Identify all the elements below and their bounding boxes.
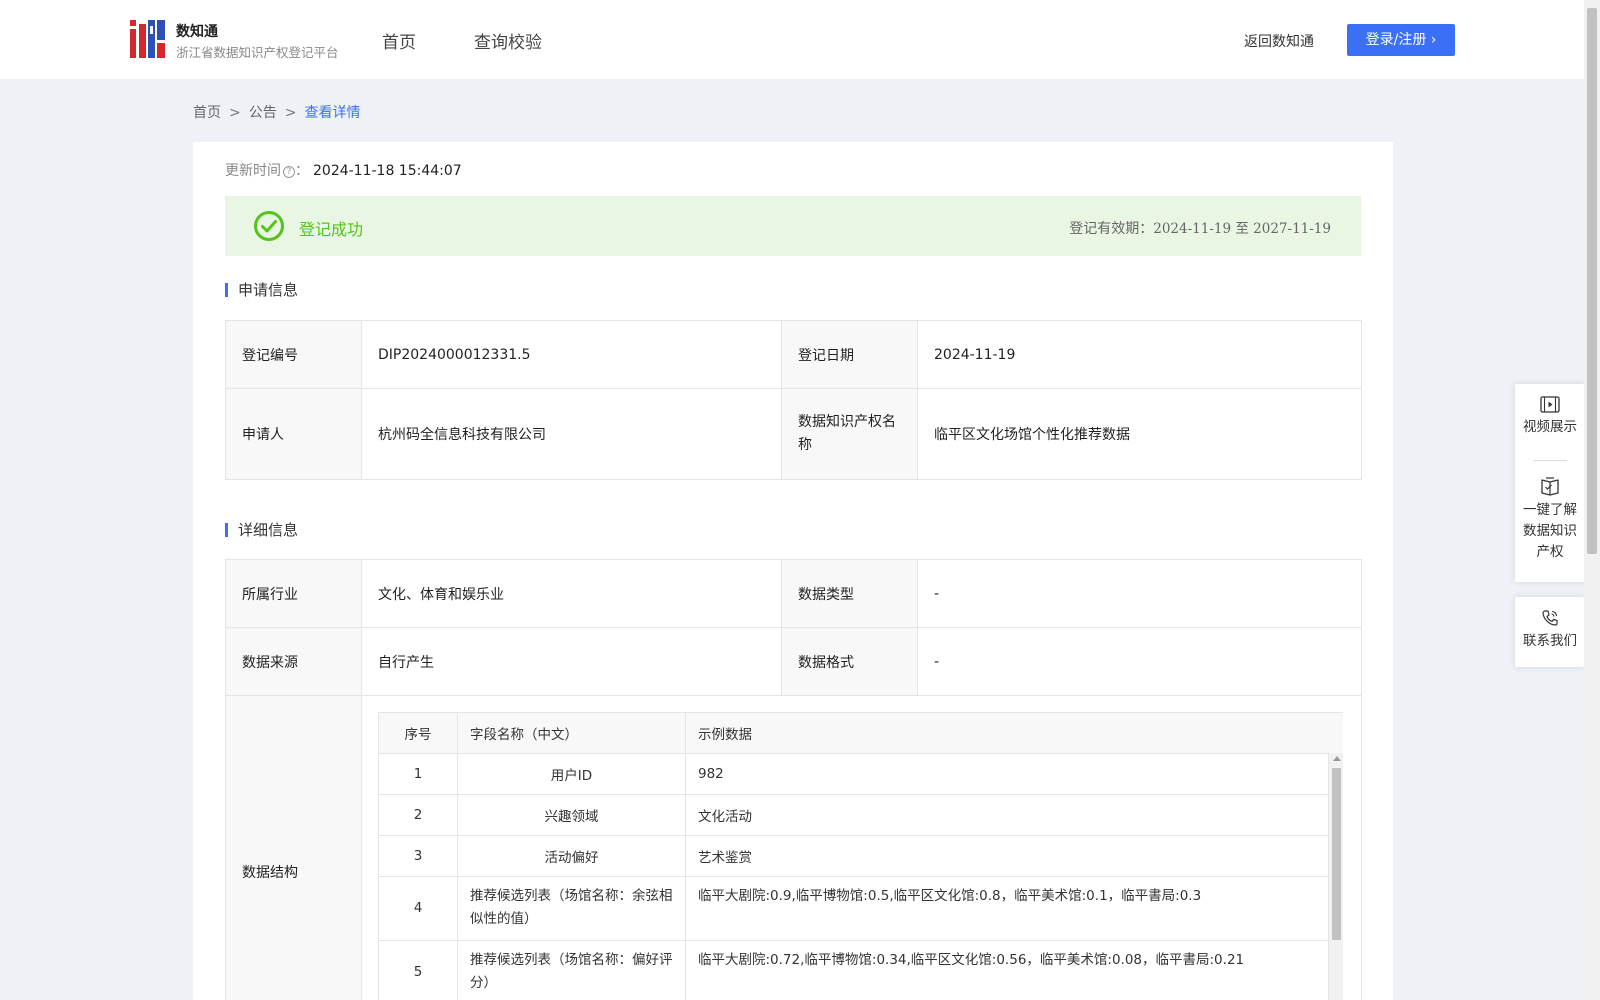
phone-icon <box>1542 610 1558 626</box>
contact-us-button[interactable]: 联系我们 <box>1515 609 1585 652</box>
nav-home[interactable]: 首页 <box>382 28 416 53</box>
video-label: 视频展示 <box>1523 419 1577 435</box>
field-value: 文化、体育和娱乐业 <box>361 559 782 628</box>
field-label: 数据结构 <box>225 695 362 1000</box>
table-row: 5 推荐候选列表（场馆名称：偏好评分） 临平大剧院:0.72,临平博物馆:0.3… <box>378 940 1343 1000</box>
video-icon <box>1540 396 1560 413</box>
table-row: 3 活动偏好 艺术鉴赏 <box>378 835 1343 877</box>
page-scrollbar[interactable] <box>1584 0 1600 1000</box>
row-example: 文化活动 <box>685 794 1343 836</box>
help-question-icon[interactable]: ? <box>283 166 295 178</box>
row-no: 5 <box>378 940 458 1000</box>
breadcrumb: 首页 > 公告 > 查看详情 <box>193 102 360 122</box>
learn-data-ip-button[interactable]: 一键了解 数据知识 产权 <box>1515 477 1585 563</box>
table-header-row: 序号 字段名称（中文） 示例数据 <box>378 712 1343 754</box>
field-label: 所属行业 <box>225 559 362 628</box>
column-header-field: 字段名称（中文） <box>457 712 686 754</box>
table-row: 4 推荐候选列表（场馆名称：余弦相似性的值） 临平大剧院:0.9,临平博物馆:0… <box>378 876 1343 941</box>
data-structure-cell: 序号 字段名称（中文） 示例数据 1 用户ID 982 2 兴趣领域 文化活动 … <box>361 695 1362 1000</box>
row-example: 982 <box>685 753 1343 795</box>
check-circle-icon <box>254 211 284 241</box>
learn-line-3: 产权 <box>1536 544 1564 560</box>
field-value: 2024-11-19 <box>917 320 1362 389</box>
table-row: 登记编号 DIP2024000012331.5 登记日期 2024-11-19 <box>225 320 1362 389</box>
field-label: 申请人 <box>225 388 362 480</box>
validity-label: 登记有效期： <box>1069 221 1154 237</box>
row-no: 2 <box>378 794 458 836</box>
floating-contact-panel: 联系我们 <box>1515 597 1585 667</box>
field-value: 自行产生 <box>361 627 782 696</box>
row-field: 推荐候选列表（场馆名称：余弦相似性的值） <box>457 876 686 941</box>
field-value: 杭州码全信息科技有限公司 <box>361 388 782 480</box>
learn-line-1: 一键了解 <box>1523 502 1577 518</box>
breadcrumb-announcement[interactable]: 公告 <box>249 105 277 121</box>
section-title-detail-info: 详细信息 <box>225 523 298 538</box>
brand-subtitle: 浙江省数据知识产权登记平台 <box>176 45 339 60</box>
field-label: 数据来源 <box>225 627 362 696</box>
detail-card: 更新时间?： 2024-11-18 15:44:07 登记成功 登记有效期：202… <box>193 142 1393 1000</box>
update-time-row: 更新时间?： 2024-11-18 15:44:07 <box>225 160 462 180</box>
table-scrollbar[interactable] <box>1328 753 1343 1000</box>
field-value: 临平区文化场馆个性化推荐数据 <box>917 388 1362 480</box>
row-field: 推荐候选列表（场馆名称：偏好评分） <box>457 940 686 1000</box>
row-field: 活动偏好 <box>457 835 686 877</box>
row-no: 4 <box>378 876 458 941</box>
validity-period: 登记有效期：2024-11-19 至 2027-11-19 <box>1069 217 1331 238</box>
update-time-label: 更新时间 <box>225 163 281 179</box>
brand-name: 数知通 <box>176 24 218 40</box>
floating-help-panel: 视频展示 一键了解 数据知识 产权 <box>1515 384 1585 582</box>
column-header-no: 序号 <box>378 712 458 754</box>
column-header-example: 示例数据 <box>685 712 1343 754</box>
scroll-up-arrow-icon[interactable] <box>1333 756 1341 761</box>
row-no: 1 <box>378 753 458 795</box>
update-time-value: 2024-11-18 15:44:07 <box>313 163 462 179</box>
top-header: 数知通 浙江省数据知识产权登记平台 首页 查询校验 返回数知通 登录/注册 › <box>0 0 1584 79</box>
update-time-colon: ： <box>295 163 309 179</box>
validity-dates: 2024-11-19 至 2027-11-19 <box>1153 221 1331 237</box>
breadcrumb-separator: > <box>229 105 241 121</box>
row-example: 临平大剧院:0.72,临平博物馆:0.34,临平区文化馆:0.56，临平美术馆:… <box>685 940 1343 1000</box>
row-field: 用户ID <box>457 753 686 795</box>
login-register-button[interactable]: 登录/注册 › <box>1347 24 1455 56</box>
table-row: 所属行业 文化、体育和娱乐业 数据类型 - <box>225 559 1362 628</box>
divider <box>1533 460 1567 461</box>
field-value: - <box>917 627 1362 696</box>
table-row: 2 兴趣领域 文化活动 <box>378 794 1343 836</box>
breadcrumb-current: 查看详情 <box>304 105 361 121</box>
field-label: 登记日期 <box>781 320 918 389</box>
field-value: - <box>917 559 1362 628</box>
field-value: DIP2024000012331.5 <box>361 320 782 389</box>
table-row: 申请人 杭州码全信息科技有限公司 数据知识产权名称 临平区文化场馆个性化推荐数据 <box>225 388 1362 480</box>
page-scrollbar-thumb[interactable] <box>1587 8 1597 554</box>
back-to-shuzhitong-link[interactable]: 返回数知通 <box>1244 31 1314 51</box>
table-row: 数据来源 自行产生 数据格式 - <box>225 627 1362 696</box>
field-label: 登记编号 <box>225 320 362 389</box>
data-structure-table: 序号 字段名称（中文） 示例数据 1 用户ID 982 2 兴趣领域 文化活动 … <box>378 712 1343 1000</box>
row-field: 兴趣领域 <box>457 794 686 836</box>
table-row: 数据结构 序号 字段名称（中文） 示例数据 1 用户ID 982 2 兴趣领域 … <box>225 695 1362 1000</box>
table-row: 1 用户ID 982 <box>378 753 1343 795</box>
row-example: 艺术鉴赏 <box>685 835 1343 877</box>
scrollbar-thumb[interactable] <box>1332 768 1341 940</box>
row-example: 临平大剧院:0.9,临平博物馆:0.5,临平区文化馆:0.8，临平美术馆:0.1… <box>685 876 1343 941</box>
breadcrumb-separator: > <box>284 105 297 121</box>
apply-info-table: 登记编号 DIP2024000012331.5 登记日期 2024-11-19 … <box>225 320 1362 480</box>
breadcrumb-home[interactable]: 首页 <box>193 105 221 121</box>
detail-info-table: 所属行业 文化、体育和娱乐业 数据类型 - 数据来源 自行产生 数据格式 - 数… <box>225 559 1362 1000</box>
book-icon <box>1541 477 1559 496</box>
row-no: 3 <box>378 835 458 877</box>
data-structure-table-wrapper: 序号 字段名称（中文） 示例数据 1 用户ID 982 2 兴趣领域 文化活动 … <box>378 712 1343 1000</box>
status-text: 登记成功 <box>299 220 364 239</box>
brand-logo-icon[interactable] <box>130 20 165 58</box>
video-showcase-button[interactable]: 视频展示 <box>1515 396 1585 438</box>
field-label: 数据类型 <box>781 559 918 628</box>
field-label: 数据知识产权名称 <box>781 388 918 480</box>
learn-line-2: 数据知识 <box>1523 523 1577 539</box>
nav-query-verify[interactable]: 查询校验 <box>474 28 542 53</box>
field-label: 数据格式 <box>781 627 918 696</box>
registration-status-banner: 登记成功 登记有效期：2024-11-19 至 2027-11-19 <box>225 196 1361 256</box>
contact-label: 联系我们 <box>1523 633 1577 649</box>
section-title-apply-info: 申请信息 <box>225 283 298 298</box>
